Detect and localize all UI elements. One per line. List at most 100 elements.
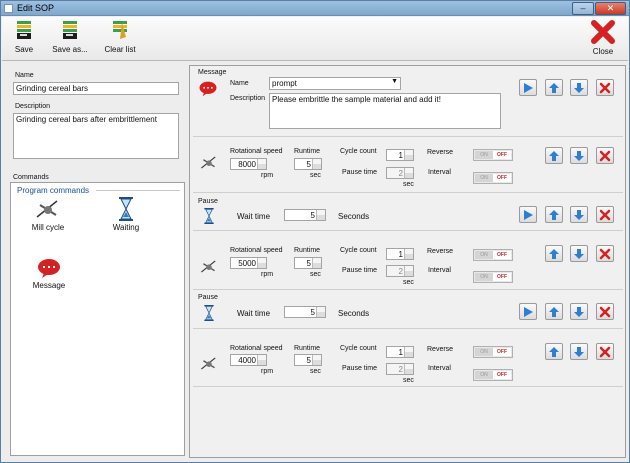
move-down-button[interactable] [570,206,588,223]
cycle-count-label: Cycle count [340,148,377,155]
run-step-button[interactable] [519,206,537,223]
pause-header: Pause [198,294,218,301]
move-down-button[interactable] [570,303,588,320]
runtime-label: Runtime [294,148,321,155]
reverse-label: Reverse [427,248,454,255]
toggle-off: OFF [493,348,511,356]
clear-list-icon [113,21,127,39]
toggle-on: ON [475,251,493,259]
edit-sop-window: Edit SOP – ✕ Save Save as... Clear list … [0,0,630,463]
delete-step-button[interactable] [596,79,614,96]
runtime-stepper[interactable]: 5 [294,257,322,269]
move-down-button[interactable] [570,79,588,96]
cycle-count-stepper[interactable]: 1 [386,248,414,260]
move-up-button[interactable] [545,206,563,223]
move-up-button[interactable] [545,245,563,262]
delete-step-button[interactable] [596,245,614,262]
move-up-button[interactable] [545,343,563,360]
save-icon [17,21,31,39]
close-button[interactable]: Close [586,19,620,59]
arrow-up-icon [549,210,559,220]
pause-sec-label: sec [403,377,414,384]
title-bar: Edit SOP – ✕ [1,1,629,16]
interval-toggle[interactable]: ON OFF [473,271,513,283]
message-name-select[interactable]: prompt ▼ [269,77,401,90]
rotational-speed-label: Rotational speed [230,148,283,155]
mill-step-icon [201,260,216,273]
runtime-stepper[interactable]: 5 [294,354,322,366]
run-step-button[interactable] [519,79,537,96]
cycle-count-stepper[interactable]: 1 [386,346,414,358]
arrow-up-icon [549,249,559,259]
wait-time-stepper[interactable]: 5 [284,209,326,221]
delete-icon [599,248,611,260]
rpm-label: rpm [261,271,274,278]
speed-stepper[interactable]: 5000 [230,257,267,269]
pause-time-label: Pause time [342,365,378,372]
message-command[interactable]: Message [29,257,69,290]
move-down-button[interactable] [570,245,588,262]
delete-step-button[interactable] [596,147,614,164]
cycle-count-stepper[interactable]: 1 [386,149,414,161]
runtime-stepper[interactable]: 5 [294,158,322,170]
waiting-command[interactable]: Waiting [106,197,146,232]
pause-time-stepper[interactable]: 2 [386,167,414,179]
move-up-button[interactable] [545,79,563,96]
arrow-up-icon [549,347,559,357]
speed-stepper[interactable]: 4000 [230,354,267,366]
arrow-down-icon [574,83,584,93]
pause-time-stepper[interactable]: 2 [386,265,414,277]
program-commands-label: Program commands [17,186,90,195]
save-button[interactable]: Save [10,19,38,59]
sop-description-field[interactable]: Grinding cereal bars after embrittlement [13,113,179,159]
cycle-count-label: Cycle count [340,247,377,254]
delete-step-button[interactable] [596,206,614,223]
move-up-button[interactable] [545,303,563,320]
reverse-toggle[interactable]: ON OFF [473,346,513,358]
interval-label: Interval [428,365,451,372]
speed-stepper[interactable]: 8000 [230,158,267,170]
delete-step-button[interactable] [596,343,614,360]
delete-icon [599,209,611,221]
hourglass-icon [119,197,133,221]
reverse-toggle[interactable]: ON OFF [473,149,513,161]
name-label: Name [15,72,34,79]
delete-icon [599,82,611,94]
clear-list-label: Clear list [104,45,136,54]
clear-list-button[interactable]: Clear list [100,19,140,59]
sop-name-field[interactable]: Grinding cereal bars [13,82,179,95]
seconds-label: Seconds [338,309,370,318]
save-as-button[interactable]: Save as... [50,19,90,59]
window-close-button[interactable]: ✕ [595,2,626,15]
pause-hourglass-icon [204,208,214,224]
runtime-label: Runtime [294,247,321,254]
message-name-value: prompt [272,79,297,88]
move-down-button[interactable] [570,343,588,360]
pause-sec-label: sec [403,181,414,188]
save-as-icon [63,21,77,39]
toggle-on: ON [475,151,493,159]
close-x-icon [591,20,615,44]
mill-icon [36,200,58,218]
toggle-off: OFF [493,151,511,159]
wait-time-stepper[interactable]: 5 [284,306,326,318]
move-up-button[interactable] [545,147,563,164]
mill-cycle-command[interactable]: Mill cycle [25,197,71,232]
reverse-toggle[interactable]: ON OFF [473,249,513,261]
runtime-sec-label: sec [310,368,321,375]
interval-toggle[interactable]: ON OFF [473,369,513,381]
rotational-speed-label: Rotational speed [230,247,283,254]
toggle-off: OFF [493,273,511,281]
arrow-up-icon [549,83,559,93]
toggle-off: OFF [493,251,511,259]
move-down-button[interactable] [570,147,588,164]
minimize-button[interactable]: – [572,2,594,15]
play-icon [524,210,533,220]
interval-toggle[interactable]: ON OFF [473,172,513,184]
pause-time-stepper[interactable]: 2 [386,363,414,375]
delete-step-button[interactable] [596,303,614,320]
message-description-field[interactable]: Please embrittle the sample material and… [269,93,501,129]
run-step-button[interactable] [519,303,537,320]
rpm-label: rpm [261,368,274,375]
window-icon [4,4,13,13]
